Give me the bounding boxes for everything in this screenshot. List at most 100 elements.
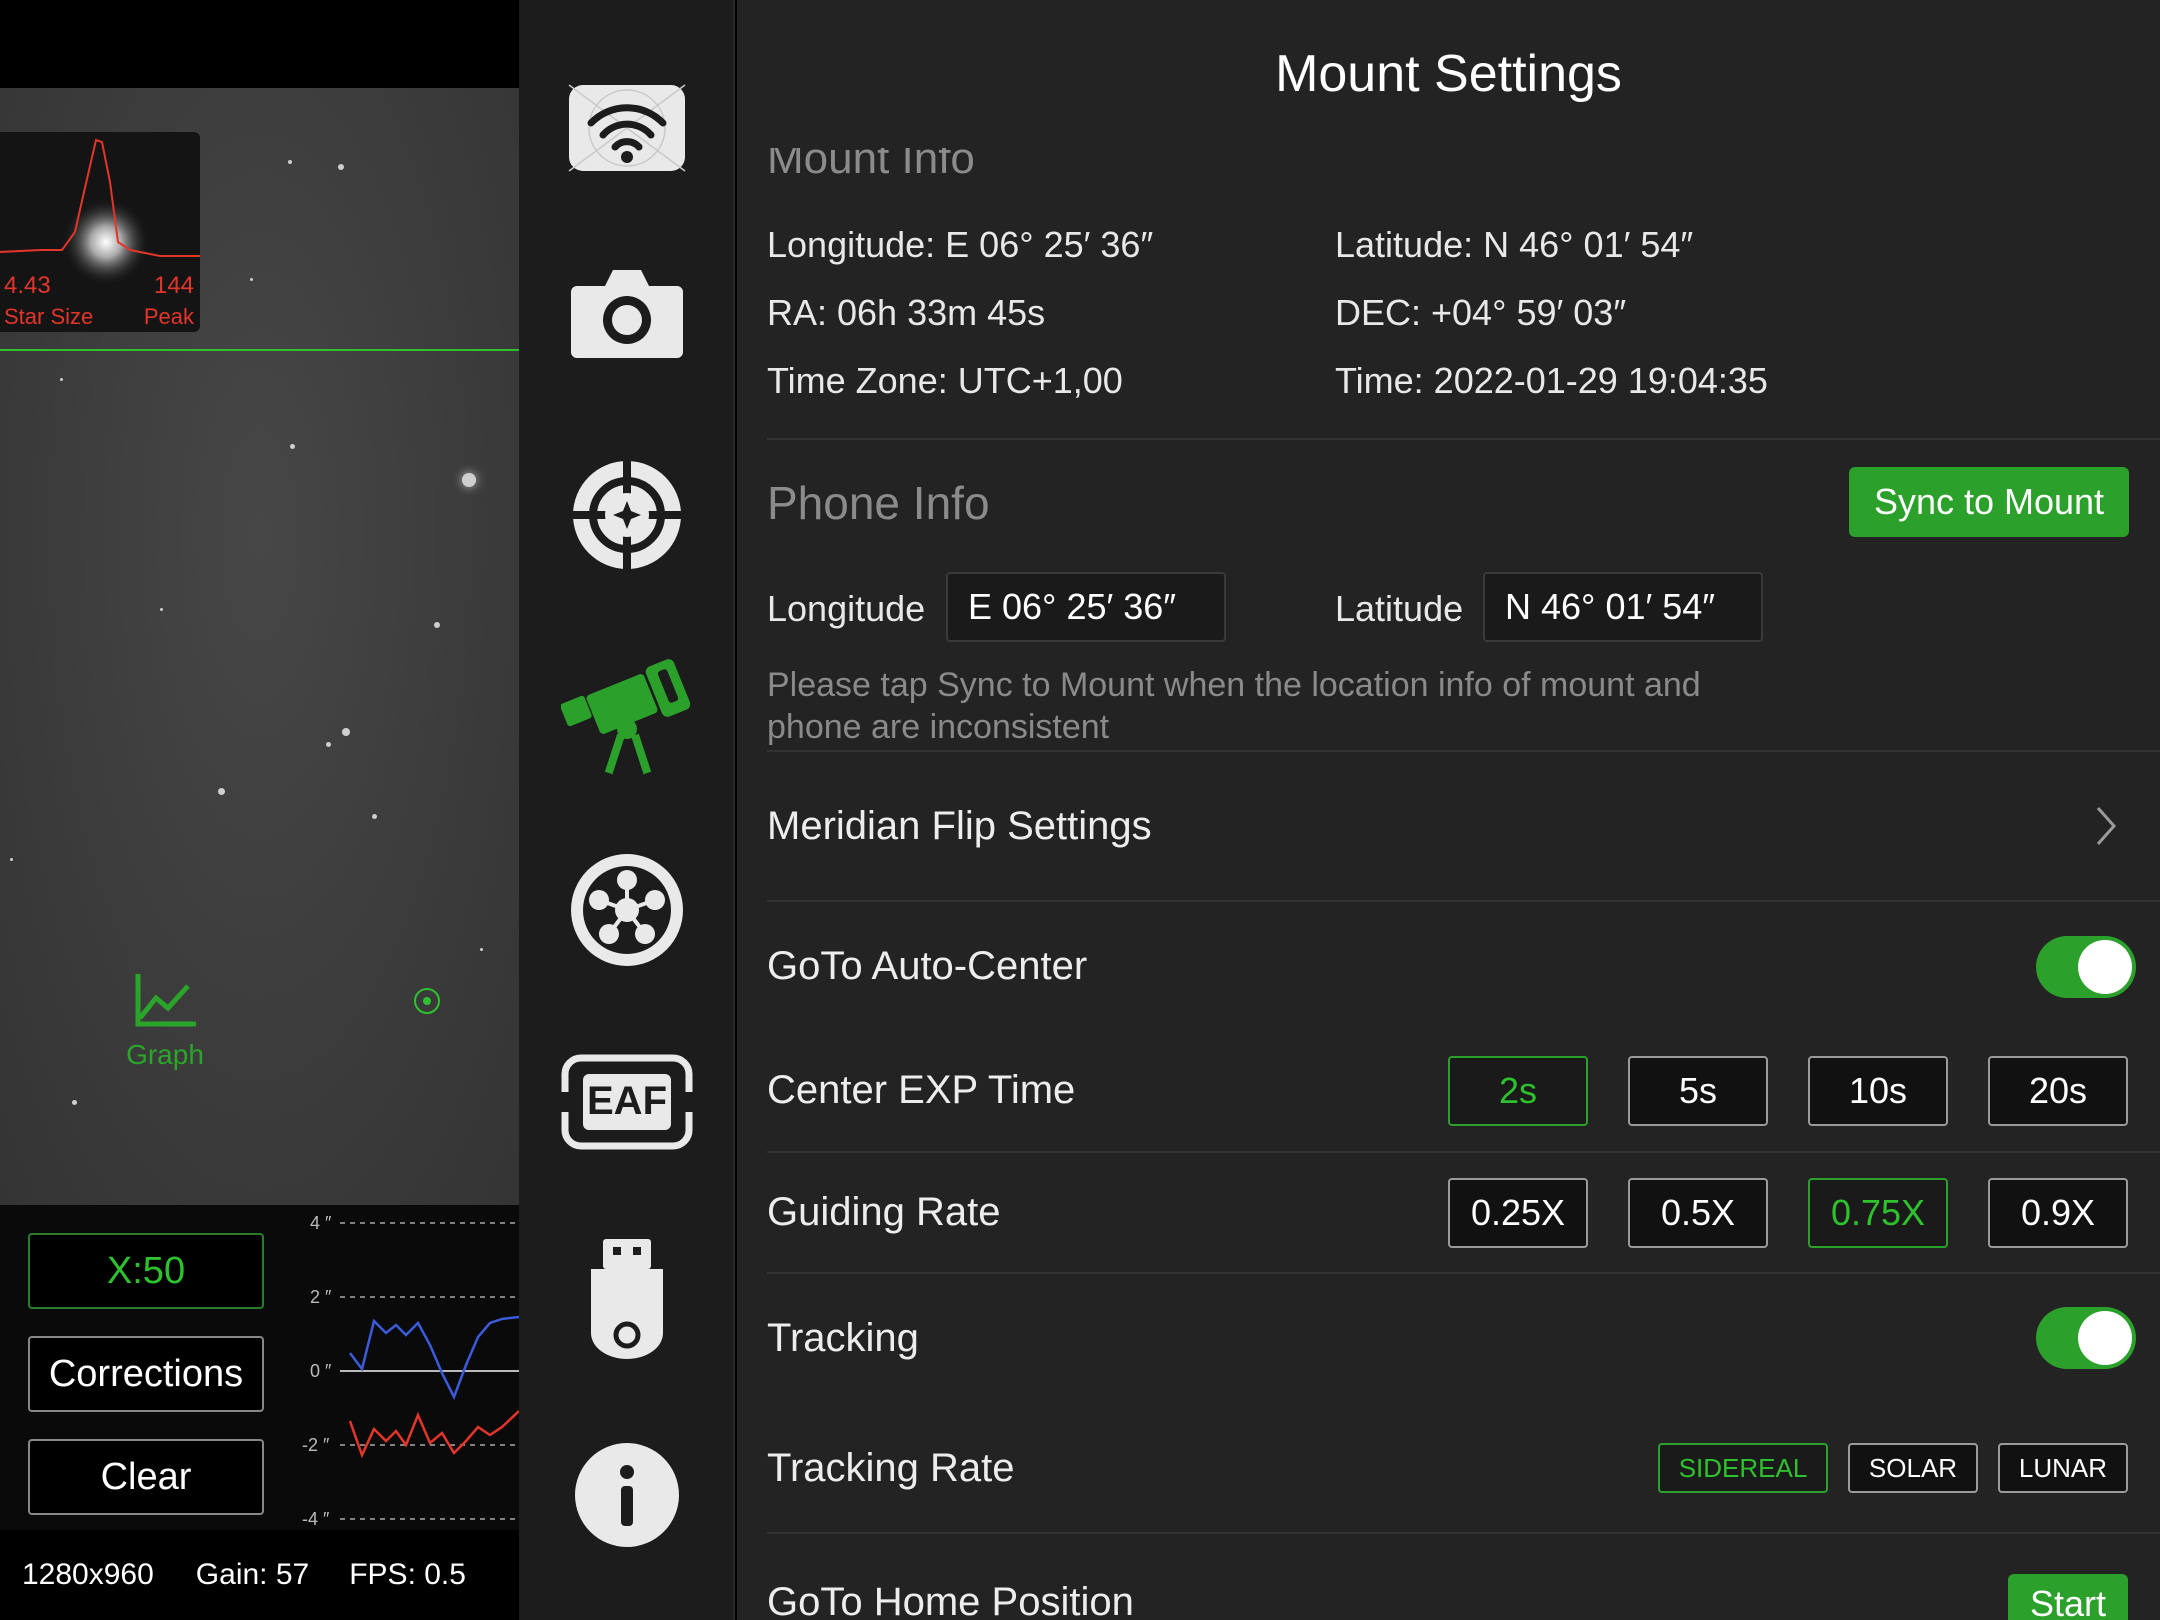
camera-icon [571,270,683,358]
star [160,608,163,611]
rail-item-guiding[interactable] [519,459,735,571]
star [290,444,295,449]
guide-star-marker[interactable] [414,988,440,1014]
star [434,622,440,628]
eaf-icon: EAF [561,1054,693,1150]
star [60,378,63,381]
divider [767,1272,2160,1274]
guiding-rate-option-0.5x[interactable]: 0.5X [1628,1178,1768,1248]
graph-tick: 2 ″ [310,1287,332,1307]
graph-tick: 4 ″ [310,1213,332,1233]
star [72,1100,77,1105]
dec-error-series [348,1410,519,1459]
mount-info-heading: Mount Info [767,134,975,183]
mount-latitude: Latitude: N 46° 01′ 54″ [1335,224,1694,265]
star-profile-chart [0,138,200,286]
usb-drive-icon [591,1239,663,1359]
tracking-rate-option-sidereal[interactable]: SIDEREAL [1658,1443,1828,1493]
rail-item-wifi[interactable] [519,78,735,178]
tracking-toggle[interactable] [2036,1307,2136,1369]
camera-status-bar: 1280x960 Gain: 57 FPS: 0.5 [0,1530,519,1620]
star-size-label: Star Size [4,304,94,329]
center-exp-time-label: Center EXP Time [767,1068,1076,1112]
divider [767,1532,2160,1534]
star [338,164,344,170]
rail-item-camera[interactable] [519,262,735,362]
goto-home-start-button[interactable]: Start [2008,1574,2128,1620]
sync-hint-text: Please tap Sync to Mount when the locati… [767,666,1701,746]
divider [767,900,2160,902]
meridian-flip-label: Meridian Flip Settings [767,804,1152,848]
phone-longitude-field[interactable]: E 06° 25′ 36″ [946,572,1226,642]
divider [767,1151,2160,1153]
star [342,728,350,736]
graph-icon [135,974,196,1027]
graph-tick: -2 ″ [302,1435,330,1455]
tracking-rate-option-lunar[interactable]: LUNAR [1998,1443,2128,1493]
goto-auto-center-label: GoTo Auto-Center [767,944,1088,988]
rail-item-focuser[interactable]: EAF [519,1052,735,1152]
guiding-rate-label: Guiding Rate [767,1190,1001,1234]
star [480,948,483,951]
guiding-rate-option-0.25x[interactable]: 0.25X [1448,1178,1588,1248]
phone-info-heading: Phone Info [767,477,990,529]
camera-top-bar [0,0,519,88]
rail-item-filter-wheel[interactable] [519,852,735,968]
mount-timezone: Time Zone: UTC+1,00 [767,360,1123,401]
phone-latitude-label: Latitude [1335,588,1464,629]
resolution-readout: 1280x960 [22,1558,154,1591]
mount-settings-panel: Mount Settings Mount Info Longitude: E 0… [737,0,2160,1620]
star [372,814,377,819]
graph-tick: 0 ″ [310,1361,332,1381]
page-title: Mount Settings [1275,45,1622,103]
gain-readout: Gain: 57 [195,1558,310,1591]
info-icon [575,1443,679,1547]
eaf-icon-text: EAF [587,1079,667,1123]
ra-error-series [349,1315,519,1401]
star [326,742,331,747]
device-icon-rail: EAF [519,0,735,1620]
meridian-flip-row[interactable]: Meridian Flip Settings [737,752,2160,900]
mount-ra: RA: 06h 33m 45s [767,292,1046,333]
divider [767,438,2160,440]
fps-readout: FPS: 0.5 [349,1558,466,1591]
guiding-rate-option-0.75x[interactable]: 0.75X [1808,1178,1948,1248]
sync-to-mount-button[interactable]: Sync to Mount [1849,467,2129,537]
rail-item-info[interactable] [519,1440,735,1550]
goto-auto-center-toggle[interactable] [2036,936,2136,998]
guiding-controls: X:50 Corrections Clear 4 ″ 2 ″ 0 ″ -2 ″ … [0,1205,519,1530]
center-exp-option-10s[interactable]: 10s [1808,1056,1948,1126]
guiding-error-graph: 4 ″ 2 ″ 0 ″ -2 ″ -4 ″ [302,1213,519,1529]
center-exp-option-5s[interactable]: 5s [1628,1056,1768,1126]
guiding-rate-option-0.9x[interactable]: 0.9X [1988,1178,2128,1248]
rail-item-storage[interactable] [519,1236,735,1362]
star [288,160,292,164]
star [10,858,13,861]
filter-wheel-icon [571,854,683,966]
crosshair-icon [571,459,683,571]
corrections-button[interactable]: Corrections [28,1336,264,1412]
mount-longitude: Longitude: E 06° 25′ 36″ [767,224,1154,265]
star-size-value: 4.43 [4,272,51,299]
peak-value: 144 [153,272,194,299]
star [218,788,225,795]
clear-button[interactable]: Clear [28,1439,264,1515]
phone-latitude-field[interactable]: N 46° 01′ 54″ [1483,572,1763,642]
telescope-icon [561,659,691,775]
tracking-rate-option-solar[interactable]: SOLAR [1848,1443,1978,1493]
center-exp-option-2s[interactable]: 2s [1448,1056,1588,1126]
tracking-label: Tracking [767,1316,919,1360]
goto-home-label: GoTo Home Position [767,1580,1134,1620]
graph-tick: -4 ″ [302,1509,330,1529]
graph-button[interactable]: Graph [120,970,210,1071]
zoom-scale-button[interactable]: X:50 [28,1233,264,1309]
wifi-icon [568,84,686,172]
camera-preview-panel: 4.43 144 Star Size Peak Graph X:50 Corre… [0,0,519,1620]
rail-item-mount[interactable] [519,650,735,780]
star [462,473,476,487]
mount-dec: DEC: +04° 59′ 03″ [1335,292,1627,333]
star [250,278,253,281]
peak-label: Peak [143,304,194,329]
phone-longitude-label: Longitude [767,588,926,629]
center-exp-option-20s[interactable]: 20s [1988,1056,2128,1126]
